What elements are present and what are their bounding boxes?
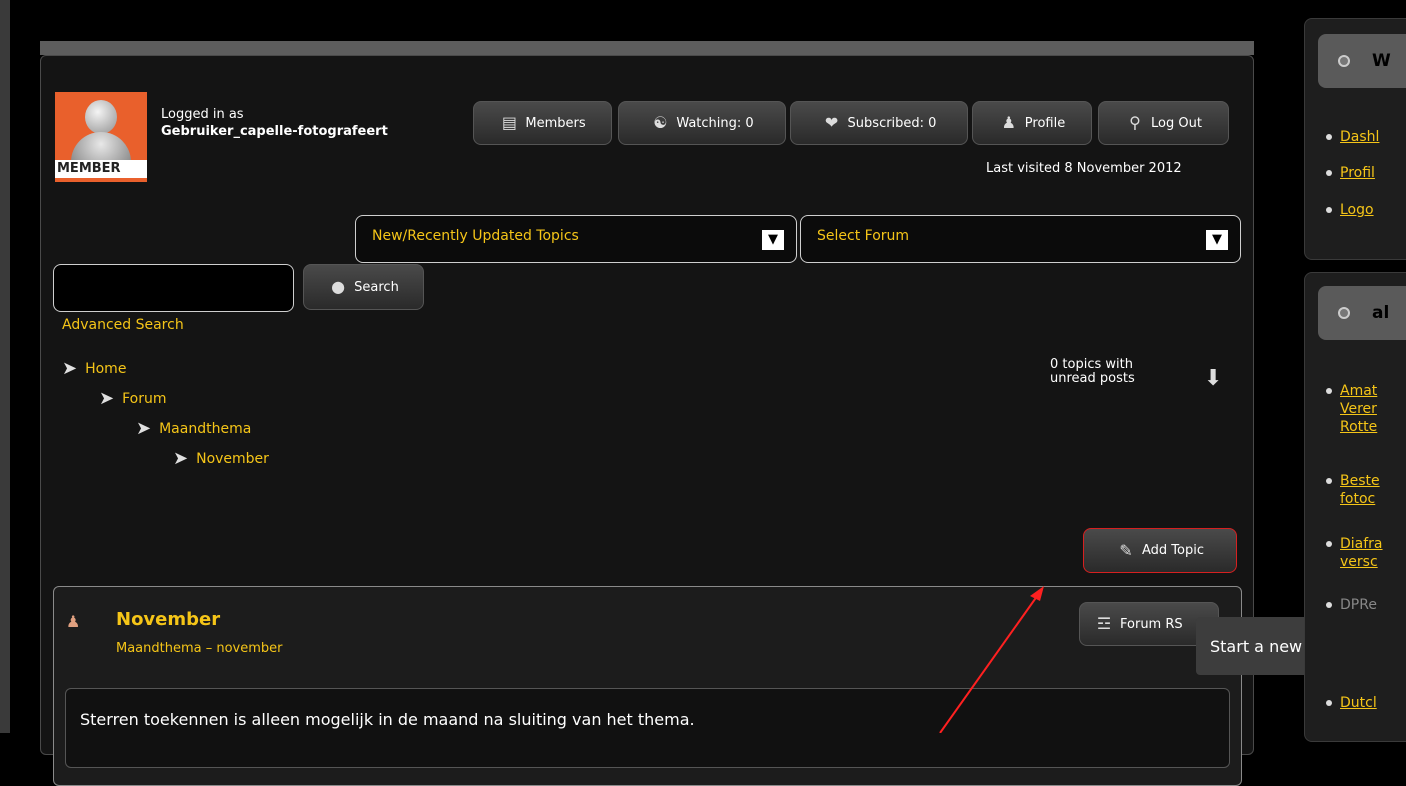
annotation-arrow: [939, 586, 1044, 733]
